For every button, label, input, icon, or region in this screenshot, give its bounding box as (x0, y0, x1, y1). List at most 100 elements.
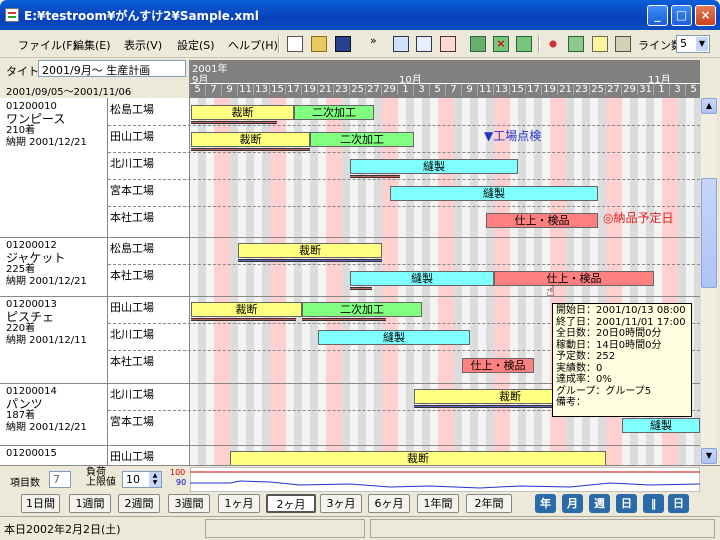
load-top-value: 100 (170, 468, 186, 477)
item-label[interactable]: 01200015 (6, 448, 57, 460)
item-count-field[interactable]: 7 (49, 471, 71, 488)
menu-view[interactable]: 表示(V) (124, 37, 162, 53)
day-cell: 5 (686, 84, 700, 95)
item-label[interactable]: 01200013 ピスチェ 220着 納期 2001/12/11 (6, 299, 87, 347)
status-pane (205, 519, 365, 538)
task-bar-sew[interactable]: 縫製 (622, 418, 700, 433)
save-icon[interactable] (335, 36, 351, 52)
range-3week-button[interactable]: 3週間 (168, 494, 210, 513)
chevron-down-icon[interactable]: ▼ (696, 37, 708, 51)
nav-today-button[interactable]: ‖ (643, 494, 664, 513)
menu-file[interactable]: ファイル(F) (18, 37, 77, 53)
range-2month-button[interactable]: 2ヶ月 (266, 494, 316, 513)
task-bar-cut[interactable]: 裁断 (238, 243, 382, 258)
factory-label: 本社工場 (110, 269, 154, 282)
toolbar-overflow[interactable]: » (370, 34, 377, 47)
range-1month-button[interactable]: 1ヶ月 (218, 494, 260, 513)
item-label[interactable]: 01200010 ワンピース 210着 納期 2001/12/21 (6, 101, 87, 149)
item-qty: 187着 (6, 410, 36, 421)
scroll-thumb[interactable] (701, 178, 717, 288)
item-qty: 220着 (6, 323, 36, 334)
scroll-up-icon[interactable]: ▲ (701, 98, 717, 114)
edit-bar-icon[interactable] (516, 36, 532, 52)
progress-line (238, 259, 382, 262)
tooltip-planned: 予定数：252 (556, 351, 616, 362)
tooltip-note: 備考： (556, 397, 586, 408)
title-bar: E:¥testroom¥がんすけ2¥Sample.xml _ □ × (0, 0, 720, 30)
row-divider (108, 179, 700, 180)
task-bar-cut[interactable]: 裁断 (191, 302, 302, 317)
day-cell: 27 (366, 84, 382, 95)
new-file-icon[interactable] (287, 36, 303, 52)
task-bar-sew[interactable]: 縫製 (350, 271, 494, 286)
menu-edit[interactable]: 編集(E) (73, 37, 111, 53)
task-bar-sew[interactable]: 縫製 (318, 330, 470, 345)
factory-label: 田山工場 (110, 130, 154, 143)
day-cell: 9 (222, 84, 238, 95)
grid-view-icon[interactable] (393, 36, 409, 52)
spinner-icon[interactable]: ▲ ▼ (149, 472, 161, 487)
range-1day-button[interactable]: 1日間 (21, 494, 60, 513)
close-button[interactable]: × (695, 5, 716, 26)
status-bar: 本日2002年2月2日(土) (0, 516, 720, 540)
open-folder-icon[interactable] (311, 36, 327, 52)
minimize-button[interactable]: _ (647, 5, 668, 26)
task-bar-cut[interactable]: 裁断 (191, 105, 294, 120)
day-cell: 5 (190, 84, 206, 95)
range-6month-button[interactable]: 6ヶ月 (368, 494, 410, 513)
factory-label: 本社工場 (110, 211, 154, 224)
nav-month-button[interactable]: 月 (562, 494, 583, 513)
task-bar-sew[interactable]: 縫製 (390, 186, 598, 201)
day-cell: 19 (302, 84, 318, 95)
add-bar-icon[interactable] (470, 36, 486, 52)
tools-icon[interactable] (545, 36, 561, 52)
item-label[interactable]: 01200014 パンツ 187着 納期 2001/12/21 (6, 386, 87, 434)
task-bar-second[interactable]: 二次加工 (310, 132, 414, 147)
clipboard-icon[interactable] (615, 36, 631, 52)
load-limit-stepper[interactable]: 10 ▲ ▼ (122, 471, 162, 488)
vertical-scrollbar[interactable]: ▲ ▼ (700, 98, 717, 465)
day-cell: 21 (558, 84, 574, 95)
task-bar-finish[interactable]: 仕上・検品 (494, 271, 654, 286)
task-bar-finish[interactable]: 仕上・検品 (486, 213, 598, 228)
task-bar-finish[interactable]: 仕上・検品 (462, 358, 534, 373)
due-annotation: ◎納品予定日 (603, 211, 674, 225)
maximize-button[interactable]: □ (671, 5, 692, 26)
item-label[interactable]: 01200012 ジャケット 225着 納期 2001/12/21 (6, 240, 87, 288)
menu-settings[interactable]: 設定(S) (177, 37, 215, 53)
range-3month-button[interactable]: 3ヶ月 (320, 494, 362, 513)
range-1week-button[interactable]: 1週間 (69, 494, 111, 513)
load-label: 負荷 上限値 (86, 468, 116, 488)
nav-week-button[interactable]: 週 (589, 494, 610, 513)
factory-label: 北川工場 (110, 328, 154, 341)
group-icon[interactable] (568, 36, 584, 52)
factory-label: 北川工場 (110, 157, 154, 170)
tree-icon[interactable] (592, 36, 608, 52)
progress-line (350, 287, 372, 290)
menu-help[interactable]: ヘルプ(H) (228, 37, 278, 53)
task-bar-cut[interactable]: 裁断 (191, 132, 310, 147)
list-view-icon[interactable] (416, 36, 432, 52)
day-cell: 13 (494, 84, 510, 95)
scroll-down-icon[interactable]: ▼ (701, 448, 717, 464)
day-cell: 17 (286, 84, 302, 95)
lines-select[interactable]: 5 ▼ (676, 35, 710, 53)
nav-year-button[interactable]: 年 (535, 494, 556, 513)
item-code: 01200015 (6, 448, 57, 459)
nav-day-next-button[interactable]: 日 (668, 494, 689, 513)
task-bar-sew[interactable]: 縫製 (350, 159, 518, 174)
title-input[interactable]: 2001/9月～ 生産計画 (38, 60, 186, 77)
range-2year-button[interactable]: 2年間 (466, 494, 512, 513)
chart-view-icon[interactable] (440, 36, 456, 52)
task-bar-second[interactable]: 二次加工 (302, 302, 422, 317)
range-2week-button[interactable]: 2週間 (118, 494, 160, 513)
item-count-label: 項目数 (10, 478, 40, 489)
factory-label: 本社工場 (110, 355, 154, 368)
task-bar-cut[interactable]: 裁断 (230, 451, 606, 465)
task-bar-second[interactable]: 二次加工 (294, 105, 374, 120)
nav-day-prev-button[interactable]: 日 (616, 494, 637, 513)
row-divider (108, 206, 700, 207)
delete-bar-icon[interactable]: × (493, 36, 509, 52)
range-1year-button[interactable]: 1年間 (417, 494, 459, 513)
status-pane (370, 519, 715, 538)
